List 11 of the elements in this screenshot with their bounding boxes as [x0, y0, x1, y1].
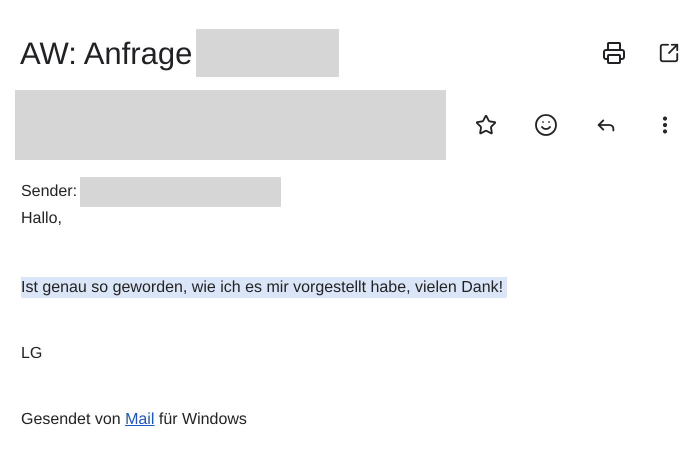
body-text: Hallo,: [21, 210, 62, 227]
sender-label: Sender:: [21, 182, 78, 202]
body-text: LG: [21, 345, 42, 362]
emoji-icon[interactable]: [534, 113, 558, 137]
open-in-new-window-icon[interactable]: [658, 42, 680, 64]
star-icon[interactable]: [475, 114, 497, 136]
print-icon[interactable]: [602, 41, 626, 65]
highlighted-text: Ist genau so geworden, wie ich es mir vorgestellt habe, vielen Dank!: [21, 277, 508, 298]
mail-link[interactable]: Mail: [125, 411, 154, 428]
email-subject: AW: Anfrage: [20, 38, 192, 68]
signature-text: Gesendet von Mail für Windows: [21, 411, 247, 428]
